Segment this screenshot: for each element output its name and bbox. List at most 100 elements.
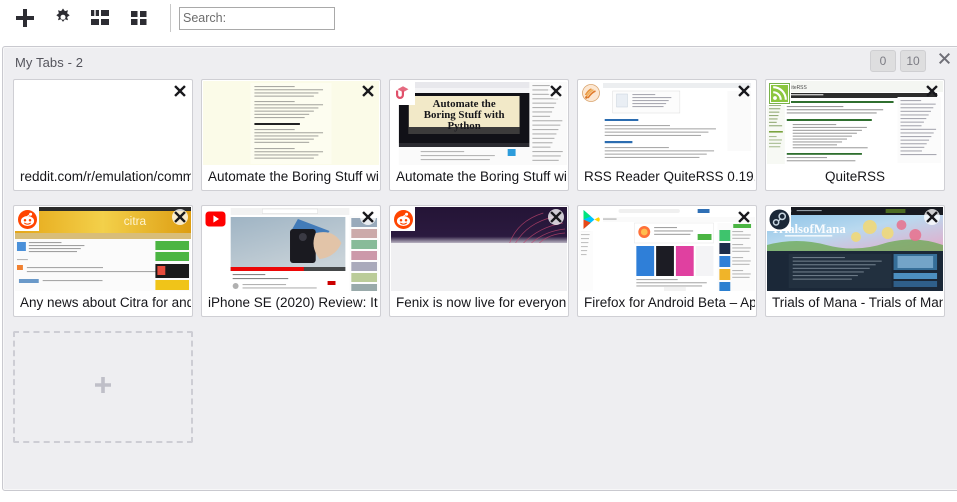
tab-favicon-play-store xyxy=(579,207,603,231)
close-icon xyxy=(362,211,374,223)
tab-thumbnail: QuiteRSS xyxy=(767,81,943,166)
tab-favicon-youtube xyxy=(203,207,227,231)
close-icon xyxy=(738,85,750,97)
gear-icon xyxy=(52,7,74,29)
tab-close-button[interactable] xyxy=(923,208,941,226)
toolbar xyxy=(0,0,957,36)
group-badge-left[interactable]: 0 xyxy=(870,50,896,72)
tab-title: Automate the Boring Stuff with F xyxy=(203,165,379,189)
thumbnail-image: QuiteRSS xyxy=(767,81,943,166)
tab-favicon-steam xyxy=(767,207,791,231)
tab-title: reddit.com/r/emulation/commer xyxy=(15,165,191,189)
tab-card[interactable]: reddit.com/r/emulation/commer xyxy=(13,79,193,191)
tab-card[interactable]: RSS Reader QuiteRSS 0.19.4 c xyxy=(577,79,757,191)
tab-card[interactable]: TrialsofMana Trials of Mana - Trials of … xyxy=(765,205,945,317)
layout-small-button[interactable] xyxy=(122,3,156,33)
close-icon xyxy=(738,211,750,223)
tab-title: iPhone SE (2020) Review: It All xyxy=(203,291,379,315)
thumbnail-image: citra xyxy=(15,207,191,292)
steam-icon xyxy=(769,209,789,229)
tab-thumbnail xyxy=(203,207,379,292)
tab-favicon-reddit xyxy=(15,207,39,231)
grid-small-icon xyxy=(129,9,149,27)
play-store-icon xyxy=(583,209,600,229)
close-icon xyxy=(926,211,938,223)
toolbar-separator xyxy=(170,4,171,32)
close-icon xyxy=(550,211,562,223)
tab-card[interactable]: iPhone SE (2020) Review: It All xyxy=(201,205,381,317)
group-badge-right[interactable]: 10 xyxy=(900,50,926,72)
tab-title: Automate the Boring Stuff with F xyxy=(391,165,567,189)
group-header-controls: 0 10 xyxy=(870,50,955,72)
add-tab-placeholder[interactable] xyxy=(13,331,193,443)
tab-close-button[interactable] xyxy=(923,82,941,100)
tab-thumbnail: Automate the Boring Stuff with Python xyxy=(391,81,567,166)
tab-title: QuiteRSS xyxy=(767,165,943,189)
tab-title: RSS Reader QuiteRSS 0.19.4 c xyxy=(579,165,755,189)
layout-large-button[interactable] xyxy=(84,3,118,33)
reddit-icon xyxy=(393,209,413,229)
tab-title: Firefox for Android Beta – Apps xyxy=(579,291,755,315)
tab-thumbnail: citra xyxy=(15,207,191,292)
group-close-button[interactable] xyxy=(933,50,955,72)
svg-text:citra: citra xyxy=(124,214,147,228)
thumbnail-image: TrialsofMana xyxy=(767,207,943,292)
group-header[interactable]: My Tabs - 2 0 10 xyxy=(3,47,957,77)
tab-close-button[interactable] xyxy=(359,208,377,226)
udemy-icon xyxy=(396,86,409,99)
tab-close-button[interactable] xyxy=(547,208,565,226)
thumbnail-image: Automate theBoring Stuff withPython xyxy=(391,81,567,166)
plus-icon xyxy=(14,7,36,29)
tab-close-button[interactable] xyxy=(171,82,189,100)
tab-favicon-quiterss xyxy=(579,81,603,105)
close-icon xyxy=(174,85,186,97)
tab-thumbnail xyxy=(15,81,191,166)
close-icon xyxy=(937,51,952,71)
tab-close-button[interactable] xyxy=(359,82,377,100)
tab-title: Fenix is now live for everyone in xyxy=(391,291,567,315)
tab-card[interactable]: Fenix is now live for everyone in xyxy=(389,205,569,317)
add-group-button[interactable] xyxy=(8,3,42,33)
search-input[interactable] xyxy=(179,6,335,30)
close-icon xyxy=(362,85,374,97)
thumbnail-image xyxy=(203,81,379,166)
tab-group-panel: My Tabs - 2 0 10 reddit.com/r/emulation/… xyxy=(2,46,957,491)
tab-title: Trials of Mana - Trials of Mana F xyxy=(767,291,943,315)
thumbnail-image xyxy=(15,81,191,166)
tab-favicon-udemy xyxy=(391,81,415,105)
tab-card[interactable]: Firefox for Android Beta – Apps xyxy=(577,205,757,317)
close-icon xyxy=(550,85,562,97)
plus-icon xyxy=(93,375,113,400)
rss-icon xyxy=(768,82,790,104)
tab-grid: reddit.com/r/emulation/commer Automate t… xyxy=(3,77,957,457)
tab-close-button[interactable] xyxy=(735,208,753,226)
tab-thumbnail xyxy=(391,207,567,292)
quiterss-icon xyxy=(582,84,600,102)
tab-thumbnail xyxy=(579,81,755,166)
tab-thumbnail xyxy=(579,207,755,292)
settings-button[interactable] xyxy=(46,3,80,33)
tab-thumbnail xyxy=(203,81,379,166)
close-icon xyxy=(174,211,186,223)
tab-card[interactable]: citra Any news about Citra for androi xyxy=(13,205,193,317)
tab-thumbnail: TrialsofMana xyxy=(767,207,943,292)
tab-close-button[interactable] xyxy=(735,82,753,100)
tab-card[interactable]: QuiteRSS QuiteRSS xyxy=(765,79,945,191)
tab-close-button[interactable] xyxy=(171,208,189,226)
search-container xyxy=(179,6,335,30)
close-icon xyxy=(926,85,938,97)
tab-title: Any news about Citra for androi xyxy=(15,291,191,315)
group-title: My Tabs - 2 xyxy=(15,54,84,70)
youtube-icon xyxy=(205,211,225,227)
thumbnail-image xyxy=(579,81,755,166)
tab-favicon-reddit xyxy=(391,207,415,231)
tab-close-button[interactable] xyxy=(547,82,565,100)
thumbnail-image xyxy=(391,207,567,292)
tab-card[interactable]: Automate the Boring Stuff with Python Auto… xyxy=(389,79,569,191)
reddit-icon xyxy=(17,209,37,229)
thumbnail-image xyxy=(203,207,379,292)
thumbnail-image xyxy=(579,207,755,292)
tab-card[interactable]: Automate the Boring Stuff with F xyxy=(201,79,381,191)
grid-large-icon xyxy=(90,8,112,28)
tab-favicon-rss xyxy=(767,81,791,105)
